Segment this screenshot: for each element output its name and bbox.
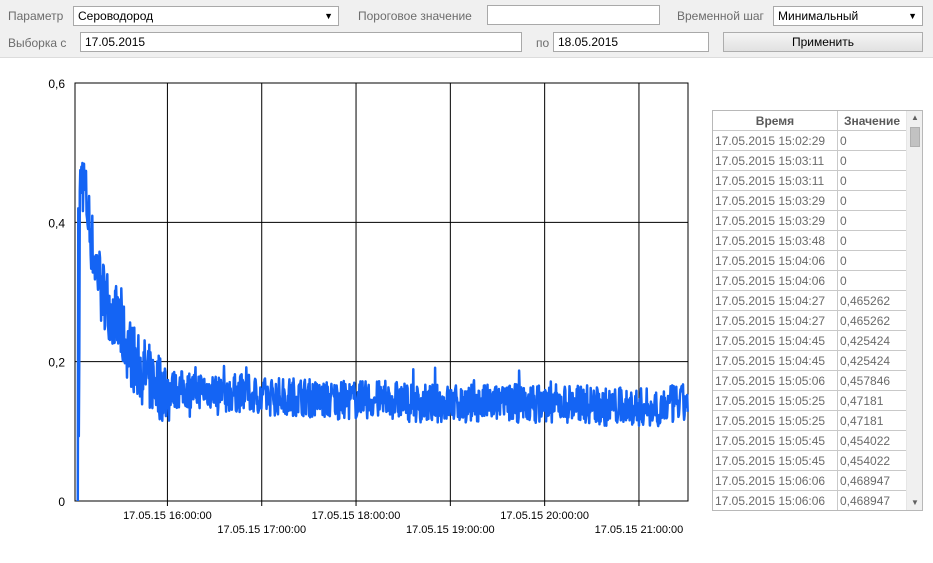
table-row[interactable]: 17.05.2015 15:05:45 0,454022 [713,431,907,451]
value-cell: 0 [838,171,907,191]
date-to-input[interactable]: 18.05.2015 [553,32,709,52]
column-header-value[interactable]: Значение [838,111,907,131]
value-cell: 0 [838,151,907,171]
table-row[interactable]: 17.05.2015 15:03:29 0 [713,211,907,231]
time-cell: 17.05.2015 15:05:25 [713,391,838,411]
time-cell: 17.05.2015 15:05:06 [713,371,838,391]
column-header-time[interactable]: Время [713,111,838,131]
time-cell: 17.05.2015 15:03:11 [713,151,838,171]
value-cell: 0 [838,251,907,271]
value-cell: 0,457846 [838,371,907,391]
chevron-down-icon: ▼ [324,11,333,21]
table-row[interactable]: 17.05.2015 15:04:27 0,465262 [713,291,907,311]
x-tick-label: 17.05.15 17:00:00 [217,524,306,536]
apply-button[interactable]: Применить [723,32,923,52]
parameter-value: Сероводород [78,9,154,23]
table-scrollbar[interactable]: ▲ ▼ [906,111,922,510]
value-cell: 0,454022 [838,431,907,451]
time-cell: 17.05.2015 15:05:25 [713,411,838,431]
value-cell: 0,47181 [838,391,907,411]
value-cell: 0 [838,131,907,151]
filter-toolbar: Параметр Сероводород ▼ Пороговое значени… [0,0,933,58]
time-cell: 17.05.2015 15:04:45 [713,331,838,351]
timestep-select[interactable]: Минимальный ▼ [773,6,923,26]
x-tick-label: 17.05.15 18:00:00 [312,510,401,522]
scroll-up-icon[interactable]: ▲ [907,111,922,125]
chevron-down-icon: ▼ [908,11,917,21]
table-row[interactable]: 17.05.2015 15:05:45 0,454022 [713,451,907,471]
time-cell: 17.05.2015 15:04:27 [713,291,838,311]
table-row[interactable]: 17.05.2015 15:04:45 0,425424 [713,331,907,351]
series-line [76,161,689,502]
timestep-label: Временной шаг [677,9,764,23]
time-cell: 17.05.2015 15:04:06 [713,271,838,291]
time-cell: 17.05.2015 15:04:27 [713,311,838,331]
x-tick-label: 17.05.15 20:00:00 [500,510,589,522]
time-cell: 17.05.2015 15:03:29 [713,191,838,211]
time-cell: 17.05.2015 15:06:06 [713,491,838,510]
value-cell: 0,468947 [838,471,907,491]
table-row[interactable]: 17.05.2015 15:02:29 0 [713,131,907,151]
data-table[interactable]: Время Значение 17.05.2015 15:02:29 0 17.05… [712,110,923,511]
time-cell: 17.05.2015 15:06:06 [713,471,838,491]
time-cell: 17.05.2015 15:05:45 [713,451,838,471]
threshold-label: Пороговое значение [358,9,472,23]
table-row[interactable]: 17.05.2015 15:03:48 0 [713,231,907,251]
chart-axes: 0 0,2 0,4 0,6 17.05.15 16:00:00 17.05.15 17:0… [48,77,683,536]
table-row[interactable]: 17.05.2015 15:04:06 0 [713,251,907,271]
table-row[interactable]: 17.05.2015 15:03:11 0 [713,151,907,171]
table-row[interactable]: 17.05.2015 15:04:06 0 [713,271,907,291]
value-cell: 0 [838,211,907,231]
value-cell: 0,468947 [838,491,907,510]
value-cell: 0,454022 [838,451,907,471]
x-tick-label: 17.05.15 19:00:00 [406,524,495,536]
value-cell: 0,425424 [838,351,907,371]
time-cell: 17.05.2015 15:03:29 [713,211,838,231]
y-tick-label: 0 [58,495,65,509]
value-cell: 0,425424 [838,331,907,351]
x-tick-label: 17.05.15 16:00:00 [123,510,212,522]
time-cell: 17.05.2015 15:02:29 [713,131,838,151]
table-row[interactable]: 17.05.2015 15:04:45 0,425424 [713,351,907,371]
parameter-label: Параметр [8,9,64,23]
time-cell: 17.05.2015 15:04:06 [713,251,838,271]
time-cell: 17.05.2015 15:04:45 [713,351,838,371]
line-chart: 0 0,2 0,4 0,6 17.05.15 16:00:00 17.05.15 17:0… [0,60,700,563]
date-from-input[interactable]: 17.05.2015 [80,32,522,52]
value-cell: 0 [838,271,907,291]
y-tick-label: 0,6 [48,77,65,91]
threshold-input[interactable] [487,5,660,25]
parameter-select[interactable]: Сероводород ▼ [73,6,339,26]
table-row[interactable]: 17.05.2015 15:03:29 0 [713,191,907,211]
table-row[interactable]: 17.05.2015 15:05:06 0,457846 [713,371,907,391]
date-to-label: по [536,36,550,50]
time-cell: 17.05.2015 15:03:48 [713,231,838,251]
timestep-value: Минимальный [778,9,859,23]
table-body: 17.05.2015 15:02:29 0 17.05.2015 15:03:11 0… [713,131,907,510]
value-cell: 0 [838,191,907,211]
table-row[interactable]: 17.05.2015 15:06:06 0,468947 [713,491,907,510]
table-row[interactable]: 17.05.2015 15:03:11 0 [713,171,907,191]
scrollbar-thumb[interactable] [910,127,920,147]
y-tick-label: 0,2 [48,356,65,370]
y-tick-label: 0,4 [48,216,65,230]
table-header: Время Значение [713,111,907,131]
value-cell: 0,47181 [838,411,907,431]
time-cell: 17.05.2015 15:03:11 [713,171,838,191]
chart-grid [74,82,689,502]
table-row[interactable]: 17.05.2015 15:06:06 0,468947 [713,471,907,491]
chart-canvas: 0 0,2 0,4 0,6 17.05.15 16:00:00 17.05.15 17:0… [48,77,689,536]
table-row[interactable]: 17.05.2015 15:05:25 0,47181 [713,411,907,431]
table-row[interactable]: 17.05.2015 15:04:27 0,465262 [713,311,907,331]
scroll-down-icon[interactable]: ▼ [907,496,922,510]
x-tick-label: 17.05.15 21:00:00 [595,524,684,536]
value-cell: 0 [838,231,907,251]
table-row[interactable]: 17.05.2015 15:05:25 0,47181 [713,391,907,411]
date-from-label: Выборка с [8,36,67,50]
value-cell: 0,465262 [838,311,907,331]
time-cell: 17.05.2015 15:05:45 [713,431,838,451]
value-cell: 0,465262 [838,291,907,311]
